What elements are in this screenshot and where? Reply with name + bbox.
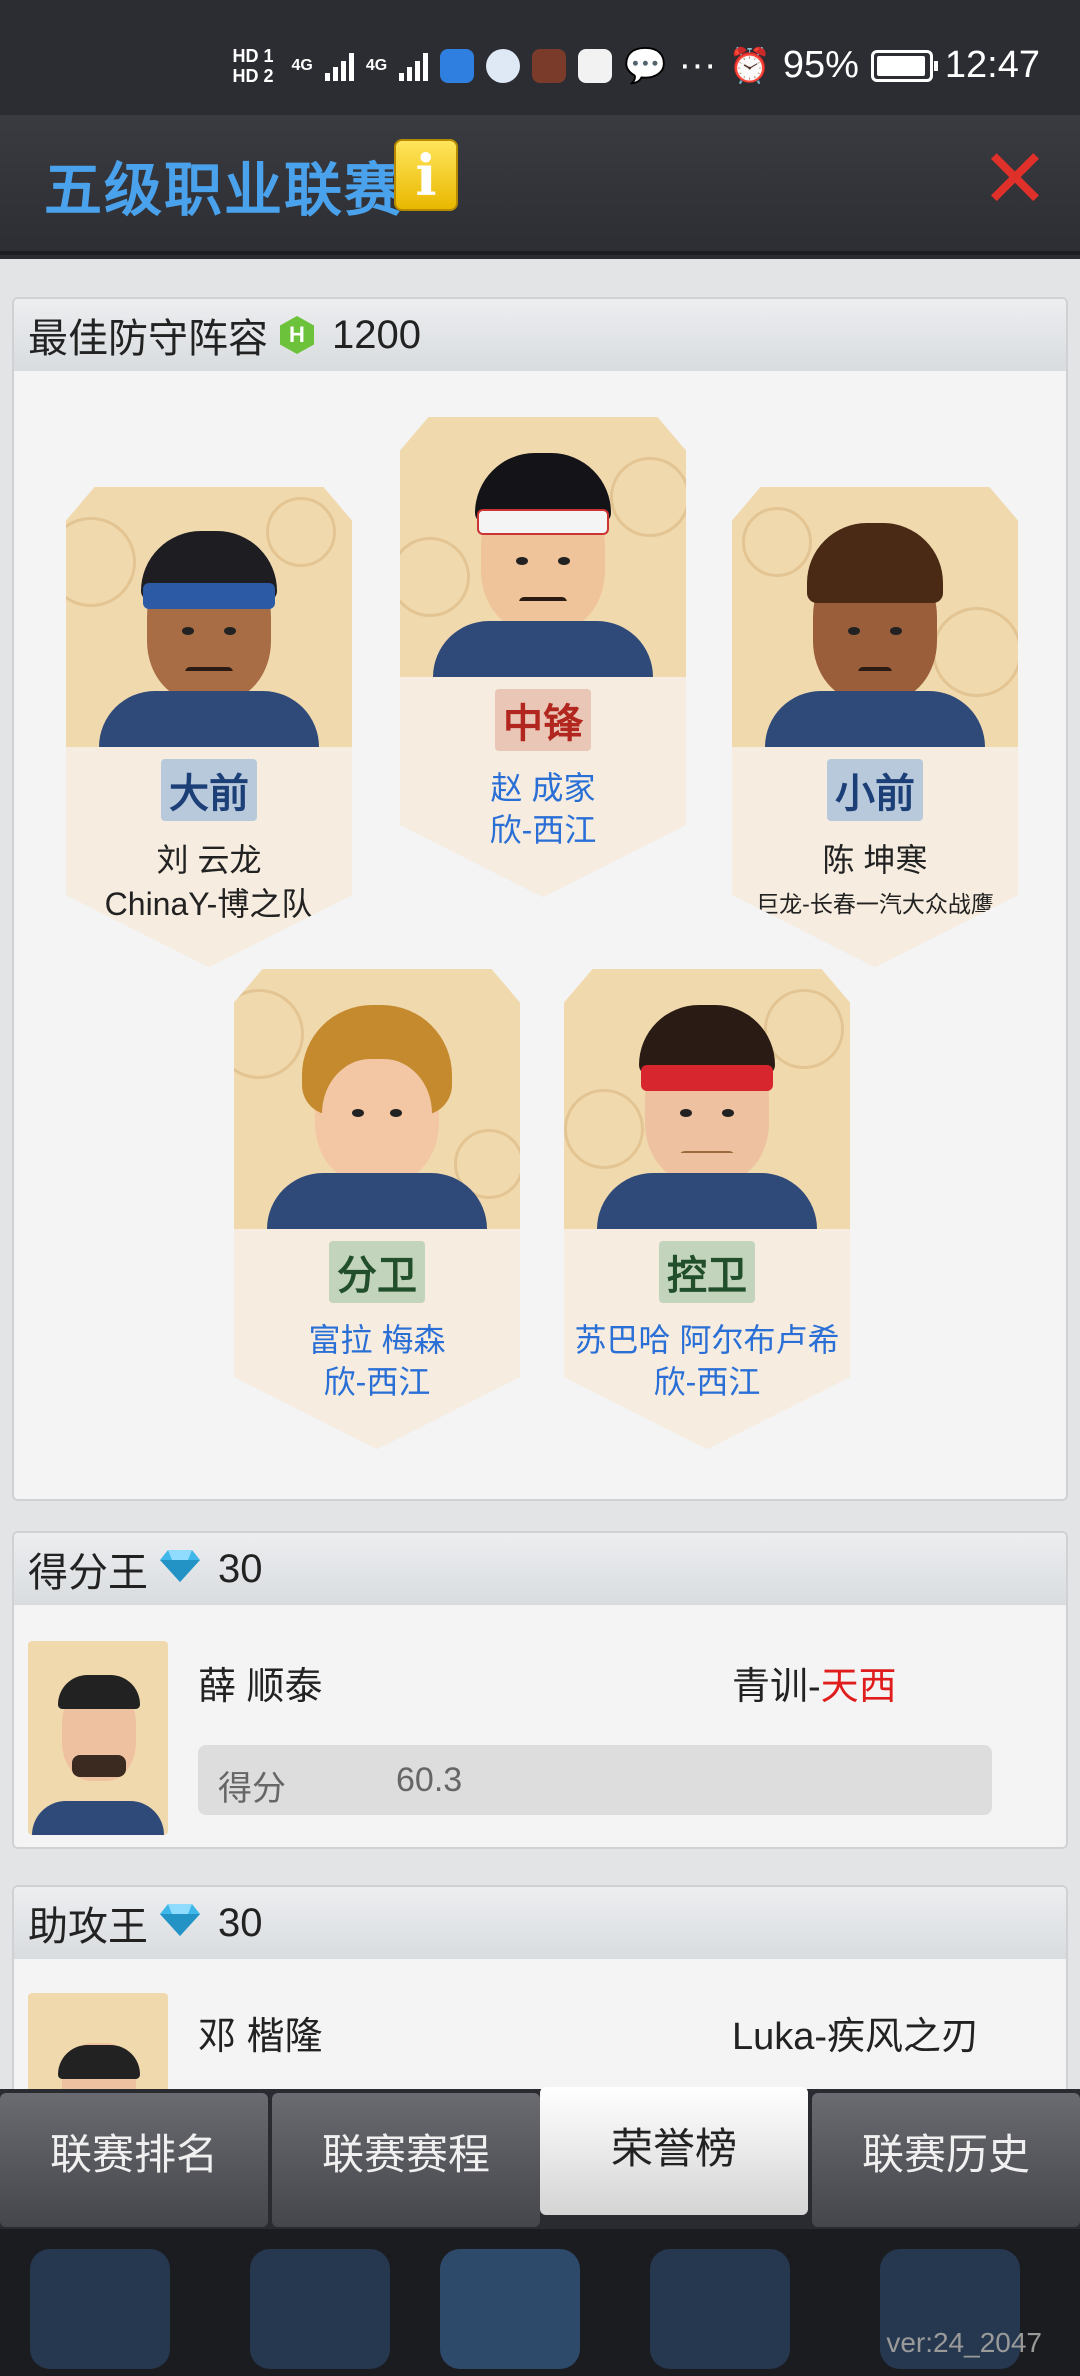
stat-label: 得分 [218, 1770, 286, 1808]
player-name[interactable]: 赵 成家 [400, 767, 686, 809]
best-defense-title: 最佳防守阵容 [28, 317, 268, 361]
diamond-icon [160, 1898, 200, 1948]
tab-league-history[interactable]: 联赛历史 [812, 2093, 1080, 2227]
player-card-point-guard[interactable]: 控卫 苏巴哈 阿尔布卢希 欣-西江 [564, 969, 850, 1449]
best-defense-header: 最佳防守阵容 H 1200 [14, 299, 1066, 371]
player-avatar[interactable] [28, 1993, 168, 2089]
network-2-label: 4G [365, 56, 388, 74]
background-nav-decoration: ver:24_2047 [0, 2229, 1080, 2376]
diamond-icon [160, 1544, 200, 1594]
signal-2-icon [399, 51, 429, 81]
chat-bubble-icon: 💬 [624, 46, 667, 85]
player-card-center[interactable]: 中锋 赵 成家 欣-西江 [400, 417, 686, 897]
tab-honor-list[interactable]: 荣誉榜 [540, 2087, 808, 2215]
mail-app-icon [578, 48, 613, 83]
battery-percent: 95% [782, 44, 859, 86]
position-badge: 中锋 [495, 689, 591, 751]
scoring-king-panel: 得分王 30 薛 顺泰 青训-天西 得分 60.3 [12, 1531, 1068, 1849]
scoring-king-reward: 30 [218, 1546, 263, 1591]
info-button[interactable]: i [394, 139, 458, 211]
status-bar: HD 1 HD 2 4G 4G 💬 ··· ⏰ 95% 12:47 [0, 0, 1080, 115]
battery-icon [870, 49, 938, 82]
browser-app-icon [486, 48, 521, 83]
h-coin-icon: H [280, 316, 314, 354]
best-defense-panel: 最佳防守阵容 H 1200 大前 刘 云龙 ChinaY-博之队 中锋 赵 成家… [12, 297, 1068, 1501]
player-team[interactable]: 欣-西江 [400, 809, 686, 851]
tab-league-schedule[interactable]: 联赛赛程 [272, 2093, 540, 2227]
player-portrait [400, 417, 686, 677]
more-notifications-icon: ··· [678, 44, 717, 86]
assist-king-reward: 30 [218, 1900, 263, 1945]
team-highlight: 天西 [820, 1666, 897, 1708]
assist-king-header: 助攻王 30 [14, 1887, 1066, 1959]
position-badge: 小前 [827, 759, 923, 821]
hd1-label: HD 1 [232, 45, 274, 66]
player-team: 青训-天西 [732, 1655, 897, 1710]
player-name: 邓 楷隆 [198, 2016, 323, 2058]
player-name[interactable]: 富拉 梅森 [234, 1319, 520, 1361]
assist-king-panel: 助攻王 30 邓 楷隆 Luka-疾风之刃 [12, 1885, 1068, 2089]
player-name: 陈 坤寒 [822, 842, 928, 878]
player-portrait [732, 487, 1018, 747]
scoring-king-header: 得分王 30 [14, 1533, 1066, 1605]
hd2-label: HD 2 [232, 65, 274, 86]
player-name[interactable]: 苏巴哈 阿尔布卢希 [564, 1319, 850, 1361]
signal-1-icon [324, 51, 354, 81]
bottom-tab-bar: 联赛排名 联赛赛程 荣誉榜 联赛历史 [0, 2087, 1080, 2229]
scoring-king-title: 得分王 [28, 1551, 148, 1595]
clock: 12:47 [944, 44, 1040, 86]
player-card-small-forward[interactable]: 小前 陈 坤寒 巨龙-长春一汽大众战鹰 [732, 487, 1018, 967]
version-label: ver:24_2047 [886, 2327, 1042, 2358]
hd-indicator: HD 1 HD 2 [232, 46, 273, 86]
player-team: ChinaY-博之队 [104, 886, 314, 922]
weather-app-icon [440, 48, 475, 83]
player-name: 刘 云龙 [156, 842, 262, 878]
network-1-label: 4G [291, 56, 313, 74]
team-prefix: 青训- [732, 1666, 821, 1708]
player-team: 巨龙-长春一汽大众战鹰 [756, 891, 994, 917]
stat-value: 60.3 [396, 1761, 463, 1799]
alarm-icon: ⏰ [728, 46, 771, 85]
player-card-power-forward[interactable]: 大前 刘 云龙 ChinaY-博之队 [66, 487, 352, 967]
player-team: Luka-疾风之刃 [732, 2016, 980, 2058]
player-avatar[interactable] [28, 1641, 168, 1835]
position-badge: 分卫 [329, 1241, 425, 1303]
header-bar: 五级职业联赛 i ✕ [0, 115, 1080, 255]
game-app-icon [532, 48, 567, 83]
player-portrait [66, 487, 352, 747]
stat-bar: 得分 60.3 [198, 1745, 992, 1815]
player-team[interactable]: 欣-西江 [564, 1361, 850, 1403]
best-defense-reward: 1200 [332, 312, 421, 357]
tab-league-ranking[interactable]: 联赛排名 [0, 2093, 268, 2227]
position-badge: 大前 [161, 759, 257, 821]
assist-king-title: 助攻王 [28, 1905, 148, 1949]
page-title: 五级职业联赛 [44, 158, 405, 223]
player-card-shooting-guard[interactable]: 分卫 富拉 梅森 欣-西江 [234, 969, 520, 1449]
player-name: 薛 顺泰 [198, 1666, 323, 1708]
close-button[interactable]: ✕ [980, 139, 1050, 221]
player-portrait [564, 969, 850, 1229]
honor-list-content[interactable]: 最佳防守阵容 H 1200 大前 刘 云龙 ChinaY-博之队 中锋 赵 成家… [0, 259, 1080, 2089]
player-team[interactable]: 欣-西江 [234, 1361, 520, 1403]
position-badge: 控卫 [659, 1241, 755, 1303]
player-portrait [234, 969, 520, 1229]
